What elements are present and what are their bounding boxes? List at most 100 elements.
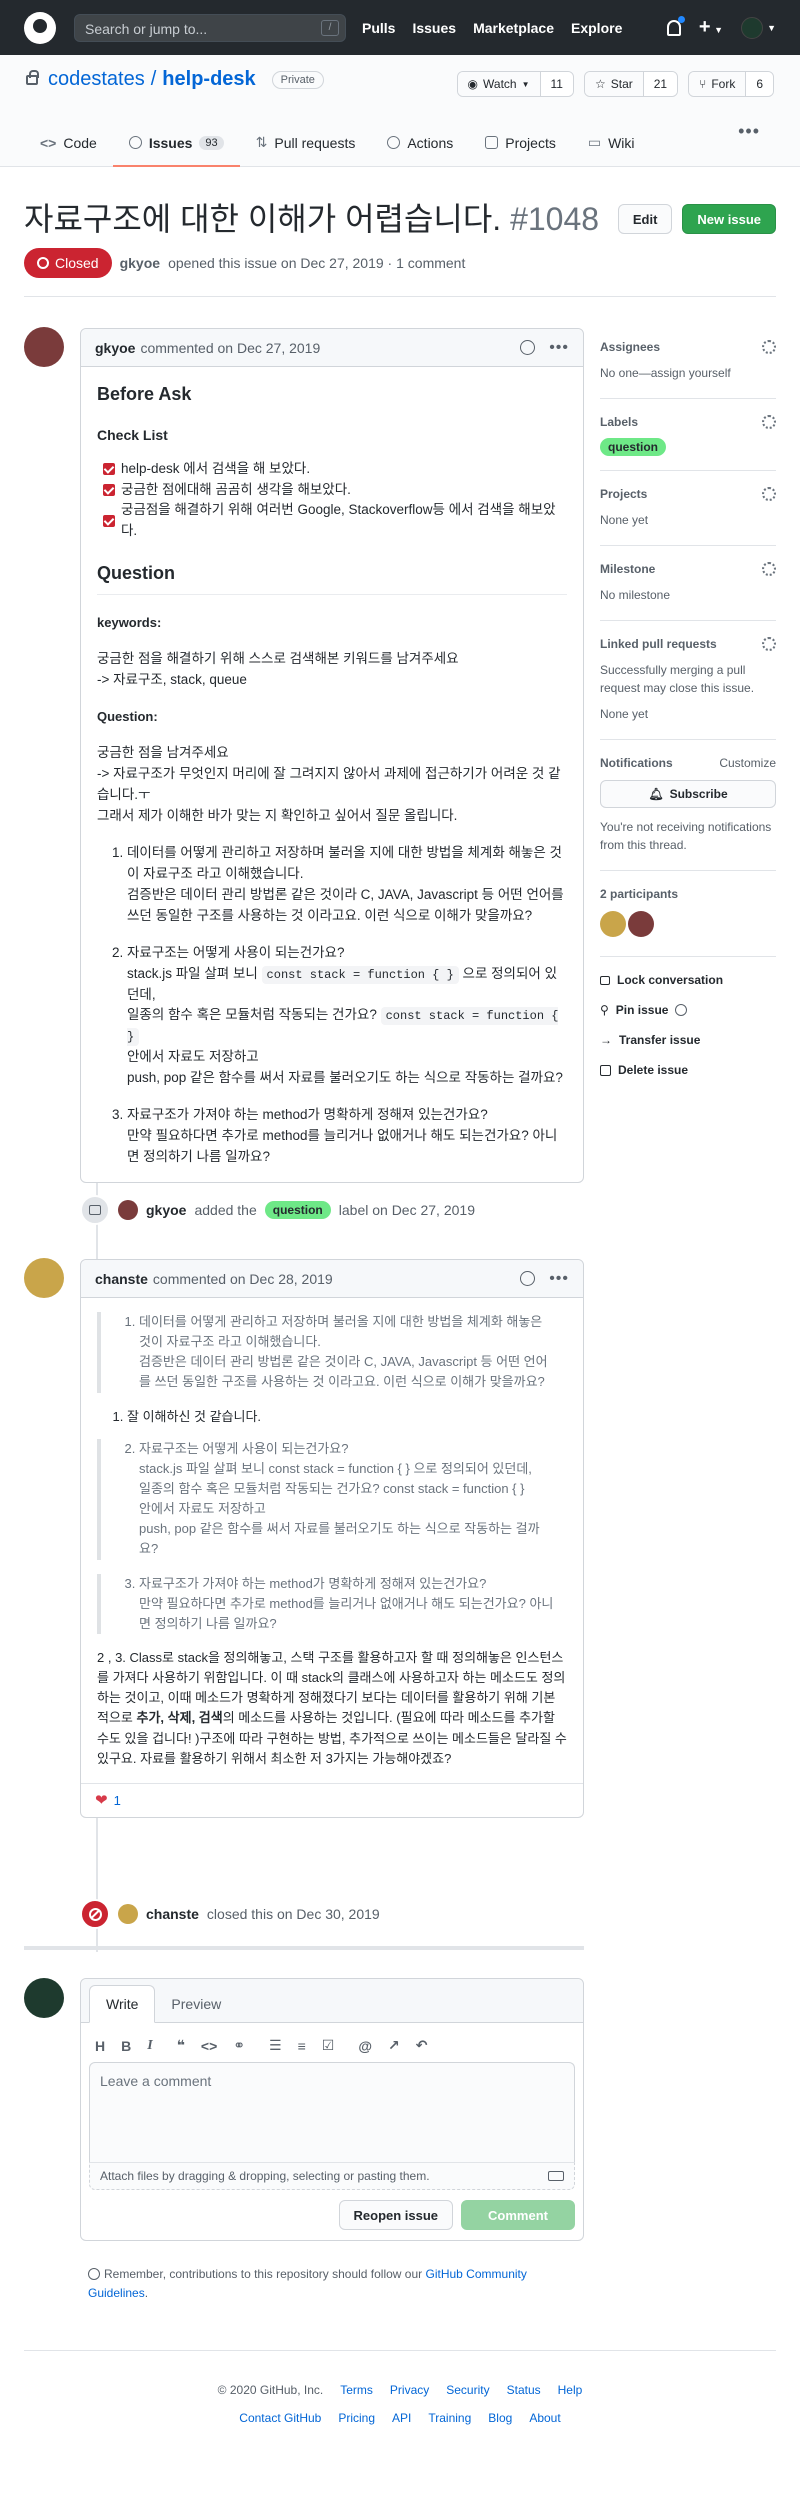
- watch-button[interactable]: ◉ Watch ▼: [457, 72, 541, 96]
- more-tabs-icon[interactable]: •••: [738, 121, 760, 142]
- footer-link[interactable]: Blog: [488, 2411, 512, 2425]
- sidebar-heading[interactable]: Projects: [600, 487, 776, 501]
- search-input[interactable]: Search or jump to... /: [74, 13, 346, 42]
- footer-link[interactable]: Security: [446, 2383, 489, 2397]
- checkbox-checked-icon[interactable]: [103, 463, 115, 476]
- smiley-icon[interactable]: [520, 340, 536, 355]
- user-menu[interactable]: ▼: [741, 16, 776, 39]
- tab-projects[interactable]: Projects: [469, 122, 572, 167]
- nav-marketplace[interactable]: Marketplace: [473, 20, 554, 36]
- lock-conversation-button[interactable]: Lock conversation: [600, 973, 776, 987]
- tab-pull-requests[interactable]: ⇅ Pull requests: [240, 122, 372, 167]
- author-link[interactable]: gkyoe: [120, 255, 160, 271]
- heart-icon[interactable]: ❤: [95, 1791, 108, 1809]
- tab-write[interactable]: Write: [89, 1985, 156, 2023]
- tab-code[interactable]: <> Code: [24, 122, 113, 167]
- gear-icon[interactable]: [762, 340, 776, 354]
- checkbox-checked-icon[interactable]: [103, 483, 115, 496]
- ordered-list-icon[interactable]: ≡: [298, 2038, 306, 2054]
- code-icon[interactable]: <>: [201, 2038, 217, 2054]
- kebab-menu-icon[interactable]: •••: [549, 339, 569, 357]
- notifications-bell-icon[interactable]: [666, 15, 685, 36]
- event-author[interactable]: chanste: [146, 1906, 199, 1922]
- gear-icon[interactable]: [762, 562, 776, 576]
- comment-date[interactable]: commented on Dec 28, 2019: [153, 1271, 333, 1287]
- subscribe-button[interactable]: 🔔︎ Subscribe: [600, 780, 776, 808]
- task-list-icon[interactable]: ☑: [322, 2037, 335, 2054]
- repo-owner-link[interactable]: codestates: [48, 68, 145, 91]
- nav-pulls[interactable]: Pulls: [362, 20, 395, 36]
- avatar[interactable]: [118, 1904, 138, 1924]
- pin-issue-button[interactable]: ⚲ Pin issue: [600, 1003, 776, 1017]
- markdown-icon[interactable]: [548, 2171, 564, 2181]
- reply-icon[interactable]: ↶: [416, 2037, 428, 2054]
- nav-issues[interactable]: Issues: [412, 20, 456, 36]
- nav-explore[interactable]: Explore: [571, 20, 622, 36]
- avatar[interactable]: [600, 911, 626, 937]
- unordered-list-icon[interactable]: ☰: [269, 2037, 282, 2054]
- gear-icon[interactable]: [762, 637, 776, 651]
- github-logo-icon[interactable]: [24, 11, 56, 44]
- tab-preview[interactable]: Preview: [155, 1986, 237, 2022]
- footer-link[interactable]: Help: [558, 2383, 583, 2397]
- heading-icon[interactable]: H: [95, 2038, 105, 2054]
- gear-icon[interactable]: [762, 487, 776, 501]
- footer-link[interactable]: Contact GitHub: [239, 2411, 321, 2425]
- avatar[interactable]: [24, 327, 64, 367]
- mention-icon[interactable]: @: [358, 2038, 372, 2054]
- footer-link[interactable]: Pricing: [338, 2411, 375, 2425]
- comment-textarea[interactable]: Leave a comment: [89, 2062, 575, 2162]
- sidebar-value[interactable]: No one—assign yourself: [600, 364, 776, 382]
- footer-link[interactable]: Status: [507, 2383, 541, 2397]
- gear-icon[interactable]: [762, 415, 776, 429]
- footer-link[interactable]: API: [392, 2411, 411, 2425]
- footer-row-2: Contact GitHub Pricing API Training Blog…: [24, 2411, 776, 2425]
- sidebar-heading[interactable]: Assignees: [600, 340, 776, 354]
- cross-reference-icon[interactable]: ↗: [388, 2037, 400, 2054]
- transfer-issue-button[interactable]: → Transfer issue: [600, 1033, 776, 1047]
- tab-actions[interactable]: Actions: [371, 122, 469, 167]
- sidebar-heading[interactable]: Milestone: [600, 562, 776, 576]
- comment-author[interactable]: chanste: [95, 1271, 148, 1287]
- avatar[interactable]: [24, 1258, 64, 1298]
- fork-button[interactable]: ⑂ Fork: [689, 72, 747, 96]
- repo-name-link[interactable]: help-desk: [162, 68, 255, 91]
- kebab-menu-icon[interactable]: •••: [549, 1270, 569, 1288]
- watch-count[interactable]: 11: [540, 72, 573, 96]
- comment-body: Before Ask Check List help-desk 에서 검색을 해…: [81, 367, 583, 1182]
- customize-link[interactable]: Customize: [719, 756, 776, 770]
- comment-author[interactable]: gkyoe: [95, 340, 135, 356]
- checkbox-checked-icon[interactable]: [103, 515, 115, 528]
- label-badge[interactable]: question: [600, 438, 666, 456]
- tab-wiki[interactable]: ▭ Wiki: [572, 122, 651, 167]
- footer-link[interactable]: About: [529, 2411, 560, 2425]
- fork-count[interactable]: 6: [746, 72, 773, 96]
- footer-link[interactable]: Training: [428, 2411, 471, 2425]
- footer-link[interactable]: Terms: [340, 2383, 373, 2397]
- sidebar-heading[interactable]: Labels: [600, 415, 776, 429]
- avatar[interactable]: [628, 911, 654, 937]
- comment-date[interactable]: commented on Dec 27, 2019: [140, 340, 320, 356]
- avatar[interactable]: [24, 1978, 64, 2018]
- quote-icon[interactable]: ❝: [177, 2037, 185, 2054]
- italic-icon[interactable]: I: [147, 2038, 152, 2054]
- sidebar-heading[interactable]: Linked pull requests: [600, 637, 776, 651]
- delete-issue-button[interactable]: Delete issue: [600, 1063, 776, 1077]
- new-issue-button[interactable]: New issue: [682, 204, 776, 234]
- star-button[interactable]: ☆ Star: [584, 72, 644, 96]
- smiley-icon[interactable]: [520, 1271, 536, 1286]
- create-new-menu[interactable]: + ▼: [699, 16, 723, 39]
- reopen-issue-button[interactable]: Reopen issue: [338, 2200, 454, 2230]
- star-count[interactable]: 21: [643, 72, 678, 96]
- link-icon[interactable]: ⚭: [233, 2037, 245, 2054]
- edit-button[interactable]: Edit: [617, 204, 673, 234]
- footer-link[interactable]: Privacy: [390, 2383, 429, 2397]
- event-author[interactable]: gkyoe: [146, 1202, 186, 1218]
- attach-files-area[interactable]: Attach files by dragging & dropping, sel…: [89, 2162, 575, 2190]
- reaction-count[interactable]: 1: [114, 1793, 121, 1808]
- label-badge[interactable]: question: [264, 1201, 331, 1219]
- tab-issues[interactable]: Issues 93: [112, 122, 240, 167]
- avatar[interactable]: [118, 1200, 138, 1220]
- comment-button[interactable]: Comment: [461, 2200, 575, 2230]
- bold-icon[interactable]: B: [121, 2038, 131, 2054]
